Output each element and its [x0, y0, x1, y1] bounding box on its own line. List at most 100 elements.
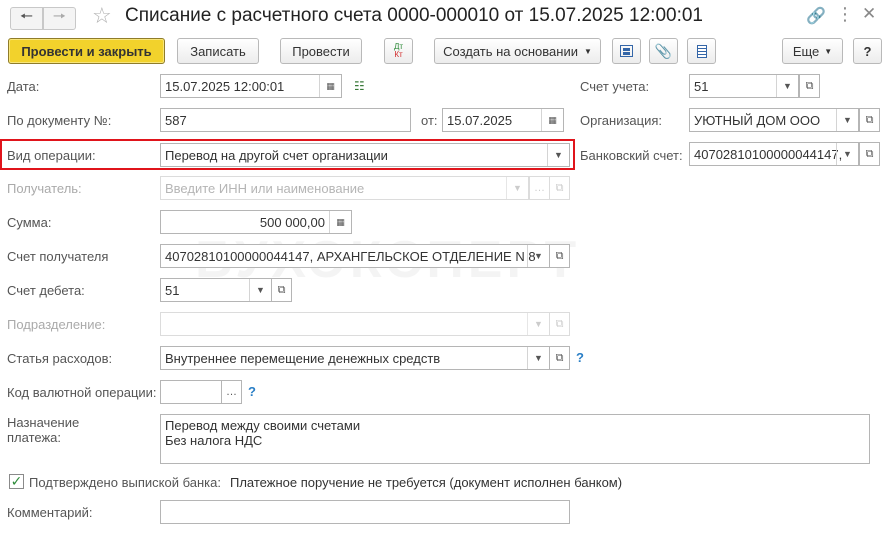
date-label: Дата: — [7, 79, 40, 94]
time-check-icon[interactable]: ☷ — [354, 79, 365, 93]
expense-item-help-icon[interactable]: ? — [576, 350, 584, 365]
operation-label: Вид операции: — [7, 148, 96, 163]
more-button[interactable]: Еще ▼ — [782, 38, 843, 64]
recipient-account-open-button[interactable]: ⧉ — [549, 244, 570, 268]
expense-item-value: Внутреннее перемещение денежных средств — [165, 350, 441, 366]
bank-confirmed-label: Подтверждено выпиской банка: — [29, 475, 221, 490]
debit-account-label: Счет дебета: — [7, 283, 85, 298]
chevron-down-icon[interactable]: ▼ — [249, 279, 271, 301]
bank-account-value: 40702810100000044147, — [694, 146, 843, 162]
recipient-select-button[interactable]: … — [529, 176, 550, 200]
print-button[interactable] — [687, 38, 716, 64]
arrow-left-icon: 🠔 — [19, 8, 34, 25]
link-icon[interactable]: 🔗 — [806, 6, 826, 26]
payment-order-note: Платежное поручение не требуется (докуме… — [230, 475, 623, 490]
currency-code-help-icon[interactable]: ? — [248, 384, 256, 399]
expense-item-select[interactable]: Внутреннее перемещение денежных средств … — [160, 346, 550, 370]
dt-kt-button[interactable]: Дт Кт — [384, 38, 413, 64]
more-vert-icon[interactable]: ⋮ — [836, 4, 854, 25]
chevron-down-icon[interactable]: ▼ — [836, 143, 858, 165]
more-label: Еще — [792, 43, 820, 59]
organization-open-button[interactable]: ⧉ — [859, 108, 880, 132]
bank-account-select[interactable]: 40702810100000044147, ▼ — [689, 142, 859, 166]
currency-code-label: Код валютной операции: — [7, 385, 157, 400]
recipient-account-select[interactable]: 40702810100000044147, АРХАНГЕЛЬСКОЕ ОТДЕ… — [160, 244, 550, 268]
amount-value: 500 000,00 — [259, 214, 325, 230]
doc-number-field[interactable]: 587 — [160, 108, 411, 132]
checkmark-icon: ✓ — [10, 473, 23, 489]
doc-date-label: от: — [421, 113, 438, 128]
department-open-button[interactable]: ⧉ — [549, 312, 570, 336]
dt-kt-icon: Дт Кт — [394, 43, 403, 59]
bank-confirmed-checkbox[interactable]: ✓ — [9, 473, 24, 489]
create-based-on-button[interactable]: Создать на основании ▼ — [434, 38, 601, 64]
bank-account-open-button[interactable]: ⧉ — [859, 142, 880, 166]
chevron-down-icon: ▼ — [824, 46, 833, 56]
comment-label: Комментарий: — [7, 505, 93, 520]
favorite-star-icon[interactable]: ☆ — [92, 3, 112, 29]
arrow-right-icon: 🠖 — [52, 8, 67, 25]
account-select[interactable]: 51 ▼ — [689, 74, 799, 98]
date-value: 15.07.2025 12:00:01 — [165, 78, 285, 94]
chevron-down-icon[interactable]: ▼ — [776, 75, 798, 97]
open-copy-icon: ⧉ — [865, 113, 874, 126]
hierarchy-icon — [620, 45, 633, 57]
organization-value: УЮТНЫЙ ДОМ ООО — [694, 112, 821, 128]
paperclip-icon: 📎 — [654, 42, 673, 59]
currency-code-select-button[interactable]: … — [221, 380, 242, 404]
date-field[interactable]: 15.07.2025 12:00:01 ▦ — [160, 74, 342, 98]
chevron-down-icon[interactable]: ▼ — [836, 109, 858, 131]
forward-button[interactable]: 🠖 — [43, 7, 76, 30]
currency-code-field[interactable] — [160, 380, 222, 404]
save-button[interactable]: Записать — [177, 38, 259, 64]
post-and-close-button[interactable]: Провести и закрыть — [8, 38, 165, 64]
attach-button[interactable]: 📎 — [649, 38, 678, 64]
chevron-down-icon[interactable]: ▼ — [527, 245, 549, 267]
recipient-open-button[interactable]: ⧉ — [549, 176, 570, 200]
back-button[interactable]: 🠔 — [10, 7, 43, 30]
open-copy-icon: ⧉ — [277, 283, 286, 296]
purpose-label-line1: Назначение — [7, 415, 80, 430]
chevron-down-icon[interactable]: ▼ — [527, 313, 549, 335]
calendar-icon[interactable]: ▦ — [541, 109, 563, 131]
calculator-icon[interactable]: ▦ — [329, 211, 351, 233]
department-select[interactable]: ▼ — [160, 312, 550, 336]
post-button[interactable]: Провести — [280, 38, 362, 64]
chevron-down-icon[interactable]: ▼ — [527, 347, 549, 369]
purpose-line: Перевод между своими счетами — [165, 418, 361, 433]
open-copy-icon: ⧉ — [805, 79, 814, 92]
debit-account-open-button[interactable]: ⧉ — [271, 278, 292, 302]
chevron-down-icon[interactable]: ▼ — [547, 144, 569, 166]
expense-item-open-button[interactable]: ⧉ — [549, 346, 570, 370]
ellipsis-icon: … — [226, 386, 237, 398]
help-button[interactable]: ? — [853, 38, 882, 64]
recipient-account-value: 40702810100000044147, АРХАНГЕЛЬСКОЕ ОТДЕ… — [165, 248, 536, 264]
debit-account-select[interactable]: 51 ▼ — [160, 278, 272, 302]
recipient-input[interactable]: Введите ИНН или наименование ▼ — [160, 176, 529, 200]
chevron-down-icon[interactable]: ▼ — [506, 177, 528, 199]
operation-value: Перевод на другой счет организации — [165, 147, 388, 163]
document-list-icon — [696, 44, 707, 58]
chevron-down-icon: ▼ — [583, 46, 592, 56]
recipient-placeholder: Введите ИНН или наименование — [165, 180, 365, 196]
doc-date-field[interactable]: 15.07.2025 ▦ — [442, 108, 564, 132]
account-open-button[interactable]: ⧉ — [799, 74, 820, 98]
open-copy-icon: ⧉ — [555, 249, 564, 262]
close-icon[interactable]: ✕ — [862, 4, 876, 24]
comment-field[interactable] — [160, 500, 570, 524]
purpose-label-line2: платежа: — [7, 430, 61, 445]
calendar-icon[interactable]: ▦ — [319, 75, 341, 97]
doc-number-value: 587 — [165, 112, 187, 128]
bank-account-label: Банковский счет: — [580, 148, 683, 163]
page-title: Списание с расчетного счета 0000-000010 … — [125, 5, 703, 26]
recipient-account-label: Счет получателя — [7, 249, 109, 264]
amount-field[interactable]: 500 000,00 ▦ — [160, 210, 352, 234]
doc-number-label: По документу №: — [7, 113, 112, 128]
kt-label: Кт — [394, 50, 403, 59]
expense-item-label: Статья расходов: — [7, 351, 113, 366]
structure-button[interactable] — [612, 38, 641, 64]
account-label: Счет учета: — [580, 79, 650, 94]
organization-select[interactable]: УЮТНЫЙ ДОМ ООО ▼ — [689, 108, 859, 132]
operation-type-select[interactable]: Перевод на другой счет организации ▼ — [160, 143, 570, 167]
purpose-textarea[interactable]: Перевод между своими счетами Без налога … — [160, 414, 870, 464]
